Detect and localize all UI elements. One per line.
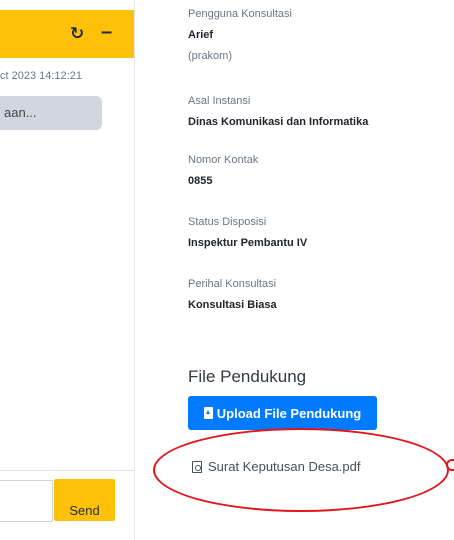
field-value: 0855: [188, 175, 213, 187]
field-label: Asal Instansi: [188, 95, 251, 107]
field-value: Arief: [188, 29, 214, 41]
file-upload-icon: [203, 407, 213, 419]
field-value: Konsultasi Biasa: [188, 299, 277, 311]
chat-panel: ↻ – ct 2023 14:12:21 aan... Send: [0, 0, 135, 540]
annotation-mark: [446, 459, 454, 471]
upload-button-label: Upload File Pendukung: [216, 405, 362, 421]
chat-header: ↻ –: [0, 10, 134, 58]
minus-icon[interactable]: –: [101, 21, 112, 44]
field-status-disposisi: Status Disposisi Inspektur Pembantu IV: [188, 216, 307, 249]
file-section-title: File Pendukung: [188, 367, 307, 386]
field-nomor-kontak: Nomor Kontak 0855: [188, 154, 258, 187]
chat-footer-divider: [0, 470, 134, 471]
chat-message-bubble: aan...: [0, 96, 102, 130]
send-button[interactable]: Send: [54, 479, 115, 521]
field-value: Dinas Komunikasi dan Informatika: [188, 116, 369, 128]
chat-message-input[interactable]: [0, 480, 53, 522]
field-subvalue: (prakom): [188, 50, 233, 62]
field-asal-instansi: Asal Instansi Dinas Komunikasi dan Infor…: [188, 95, 368, 128]
chat-message-text: aan...: [4, 105, 37, 120]
refresh-icon[interactable]: ↻: [70, 24, 84, 44]
field-value: Inspektur Pembantu IV: [188, 237, 308, 249]
field-label: Perihal Konsultasi: [188, 278, 277, 290]
field-label: Status Disposisi: [188, 216, 267, 228]
field-perihal-konsultasi: Perihal Konsultasi Konsultasi Biasa: [188, 278, 277, 311]
annotation-ellipse: [153, 428, 449, 512]
field-pengguna: Pengguna Konsultasi Arief (prakom): [188, 8, 292, 62]
chat-timestamp: ct 2023 14:12:21: [0, 70, 82, 82]
field-label: Nomor Kontak: [188, 154, 259, 166]
upload-file-button[interactable]: Upload File Pendukung: [188, 396, 377, 430]
field-label: Pengguna Konsultasi: [188, 8, 292, 20]
